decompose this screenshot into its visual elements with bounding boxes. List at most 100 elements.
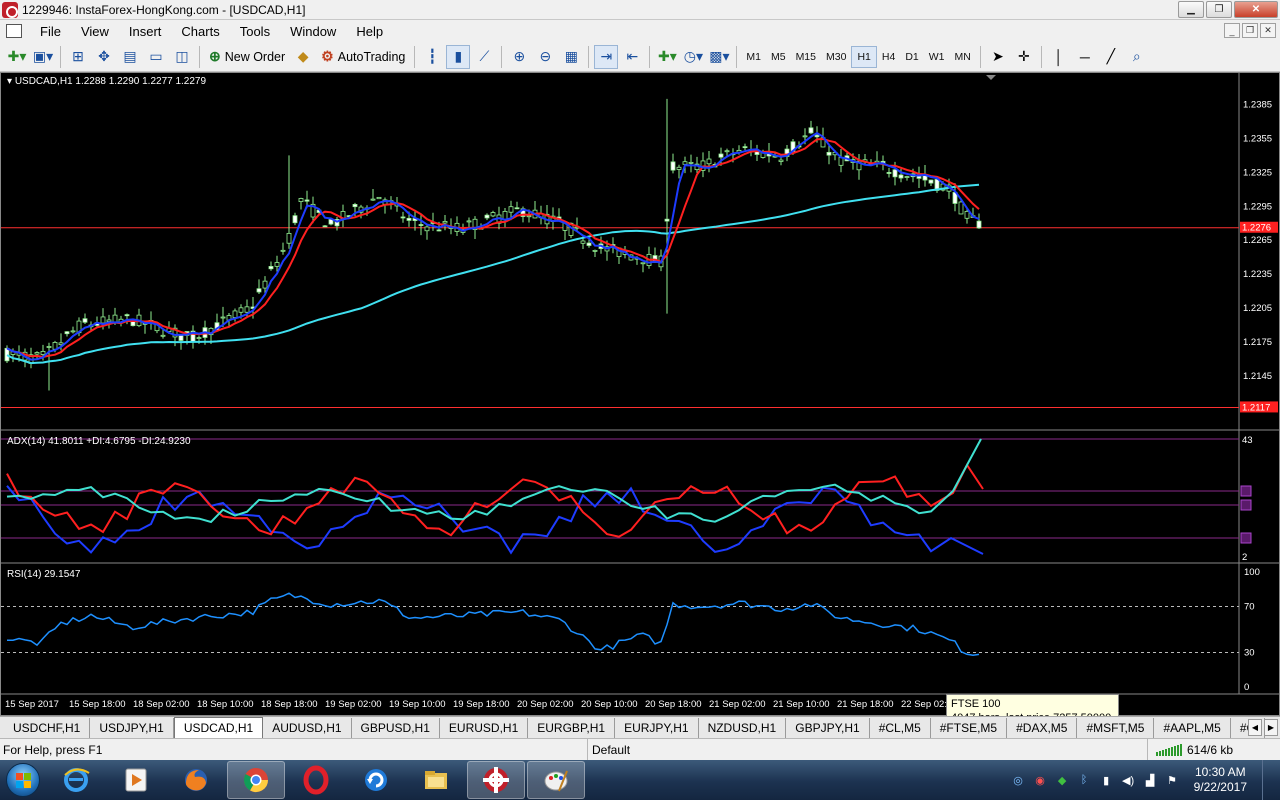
chart-window[interactable]: 1.2385 1.2355 1.2325 1.2295 1.2265 1.2235 1.22… [0, 72, 1280, 728]
data-window-icon[interactable]: ✥ [92, 45, 116, 69]
symbol-tab[interactable]: NZDUSD,H1 [699, 718, 787, 738]
tile-windows-icon[interactable]: ▦ [559, 45, 583, 69]
chart-restore-button[interactable]: ❐ [1242, 23, 1258, 38]
security-icon[interactable]: ◉ [1034, 774, 1047, 787]
symbol-tab[interactable]: EURJPY,H1 [615, 718, 699, 738]
candle-body [280, 249, 286, 252]
chart-shift-icon[interactable]: ⇤ [620, 45, 644, 69]
symbol-tab[interactable]: EURGBP,H1 [528, 718, 616, 738]
adx-scale-max: 43 [1242, 435, 1253, 446]
paint-icon[interactable] [527, 761, 585, 799]
menu-charts[interactable]: Charts [171, 24, 229, 39]
tab-scroll-left-icon[interactable]: ◀ [1248, 719, 1262, 736]
symbol-tab[interactable]: GBPJPY,H1 [786, 718, 870, 738]
network-status-icon[interactable]: ◎ [1012, 774, 1025, 787]
chart-minimize-button[interactable]: _ [1224, 23, 1240, 38]
adx-scale-min: 2 [1242, 552, 1247, 563]
symbol-tab[interactable]: #FTSE,M5 [931, 718, 1008, 738]
document-menu-icon[interactable] [6, 24, 22, 38]
candlestick-icon[interactable]: ▮ [446, 44, 471, 69]
menu-help[interactable]: Help [346, 24, 393, 39]
chrome-icon[interactable] [227, 761, 285, 799]
trendline-icon[interactable]: ╱ [1099, 45, 1123, 69]
line-chart-icon[interactable]: ⟋ [472, 45, 496, 69]
symbol-tab[interactable]: #MSFT,M5 [1077, 718, 1155, 738]
zoom-out-icon[interactable]: ⊖ [533, 45, 557, 69]
update-icon[interactable] [347, 761, 405, 799]
symbol-tab[interactable]: USDCAD,H1 [173, 717, 264, 738]
symbol-tab[interactable]: EURUSD,H1 [440, 718, 529, 738]
symbol-tab[interactable]: #AAPL,M5 [1154, 718, 1231, 738]
start-button[interactable] [0, 760, 46, 800]
clock[interactable]: 10:30 AM 9/22/2017 [1194, 765, 1247, 795]
price-chart[interactable]: 1.2385 1.2355 1.2325 1.2295 1.2265 1.2235 1.22… [1, 73, 1279, 715]
opera-icon[interactable] [287, 761, 345, 799]
close-button[interactable]: ✕ [1234, 1, 1278, 18]
new-chart-icon[interactable]: ✚▾ [5, 45, 29, 69]
timeframe-m15[interactable]: M15 [791, 46, 821, 68]
minimize-button[interactable]: ▁ [1178, 1, 1204, 18]
zoom-in-icon[interactable]: ⊕ [507, 45, 531, 69]
chart-close-button[interactable]: ✕ [1260, 23, 1276, 38]
cursor-icon[interactable]: ➤ [986, 45, 1010, 69]
indicators-icon[interactable]: ✚▾ [655, 45, 679, 69]
flag-icon[interactable]: ⚑ [1166, 774, 1179, 787]
crosshair-icon[interactable]: ✛ [1012, 45, 1036, 69]
search-icon[interactable]: ⌕ [1125, 45, 1149, 69]
new-order-button[interactable]: ⊕ New Order [205, 45, 289, 69]
timeframe-w1[interactable]: W1 [924, 46, 950, 68]
market-watch-icon[interactable]: ⊞ [66, 45, 90, 69]
file-explorer-icon[interactable] [407, 761, 465, 799]
menu-tools[interactable]: Tools [230, 24, 280, 39]
horizontal-line-icon[interactable]: ─ [1073, 45, 1097, 69]
autotrading-button[interactable]: ⚙ AutoTrading [317, 45, 409, 69]
media-player-icon[interactable] [107, 761, 165, 799]
metatrader-icon[interactable] [467, 761, 525, 799]
symbol-tab[interactable]: #CL,M5 [870, 718, 931, 738]
tab-scroll-right-icon[interactable]: ▶ [1264, 719, 1278, 736]
volume-icon[interactable]: ◀) [1122, 774, 1135, 787]
power-icon[interactable]: ▮ [1100, 774, 1113, 787]
candle-body [256, 288, 262, 293]
timeframe-d1[interactable]: D1 [900, 46, 923, 68]
internet-explorer-icon[interactable] [47, 761, 105, 799]
timeframe-m1[interactable]: M1 [741, 46, 766, 68]
bluetooth-icon[interactable]: ᛒ [1078, 774, 1091, 787]
auto-scroll-icon[interactable]: ⇥ [594, 44, 619, 69]
navigator-icon[interactable]: ▤ [118, 45, 142, 69]
bar-chart-icon[interactable]: ┇ [420, 45, 444, 69]
timeframe-h4[interactable]: H4 [877, 46, 900, 68]
menu-window[interactable]: Window [280, 24, 346, 39]
tooltip-title: FTSE 100 [951, 698, 1001, 710]
timeframe-h1[interactable]: H1 [851, 45, 877, 68]
symbol-tab[interactable]: #DAX,M5 [1007, 718, 1078, 738]
candle-body [892, 169, 898, 178]
metaeditor-icon[interactable]: ◆ [291, 45, 315, 69]
candle-body [322, 225, 328, 228]
menu-file[interactable]: File [30, 24, 71, 39]
menu-view[interactable]: View [71, 24, 119, 39]
strategy-tester-icon[interactable]: ◫ [170, 45, 194, 69]
symbol-tab[interactable]: GBPUSD,H1 [352, 718, 440, 738]
status-profile: Default [588, 739, 1148, 760]
symbol-tab[interactable]: AUDUSD,H1 [263, 718, 352, 738]
menu-insert[interactable]: Insert [119, 24, 172, 39]
restore-button[interactable]: ❐ [1206, 1, 1232, 18]
firefox-icon[interactable] [167, 761, 225, 799]
timeframe-m30[interactable]: M30 [821, 46, 851, 68]
periods-icon[interactable]: ◷▾ [681, 45, 705, 69]
price-tick-label: 1.2145 [1243, 371, 1272, 382]
profiles-icon[interactable]: ▣▾ [31, 45, 55, 69]
templates-icon[interactable]: ▩▾ [707, 45, 731, 69]
vertical-line-icon[interactable]: │ [1047, 45, 1071, 69]
chat-icon[interactable]: ◆ [1056, 774, 1069, 787]
terminal-icon[interactable]: ▭ [144, 45, 168, 69]
symbol-tab[interactable]: USDCHF,H1 [4, 718, 91, 738]
plus-di-line [6, 485, 984, 555]
timeframe-mn[interactable]: MN [950, 46, 976, 68]
show-desktop-button[interactable] [1262, 760, 1276, 800]
symbol-tab[interactable]: USDJPY,H1 [90, 718, 174, 738]
wifi-icon[interactable]: ▟ [1144, 774, 1157, 787]
timeframe-m5[interactable]: M5 [766, 46, 791, 68]
candle-body [670, 161, 676, 171]
